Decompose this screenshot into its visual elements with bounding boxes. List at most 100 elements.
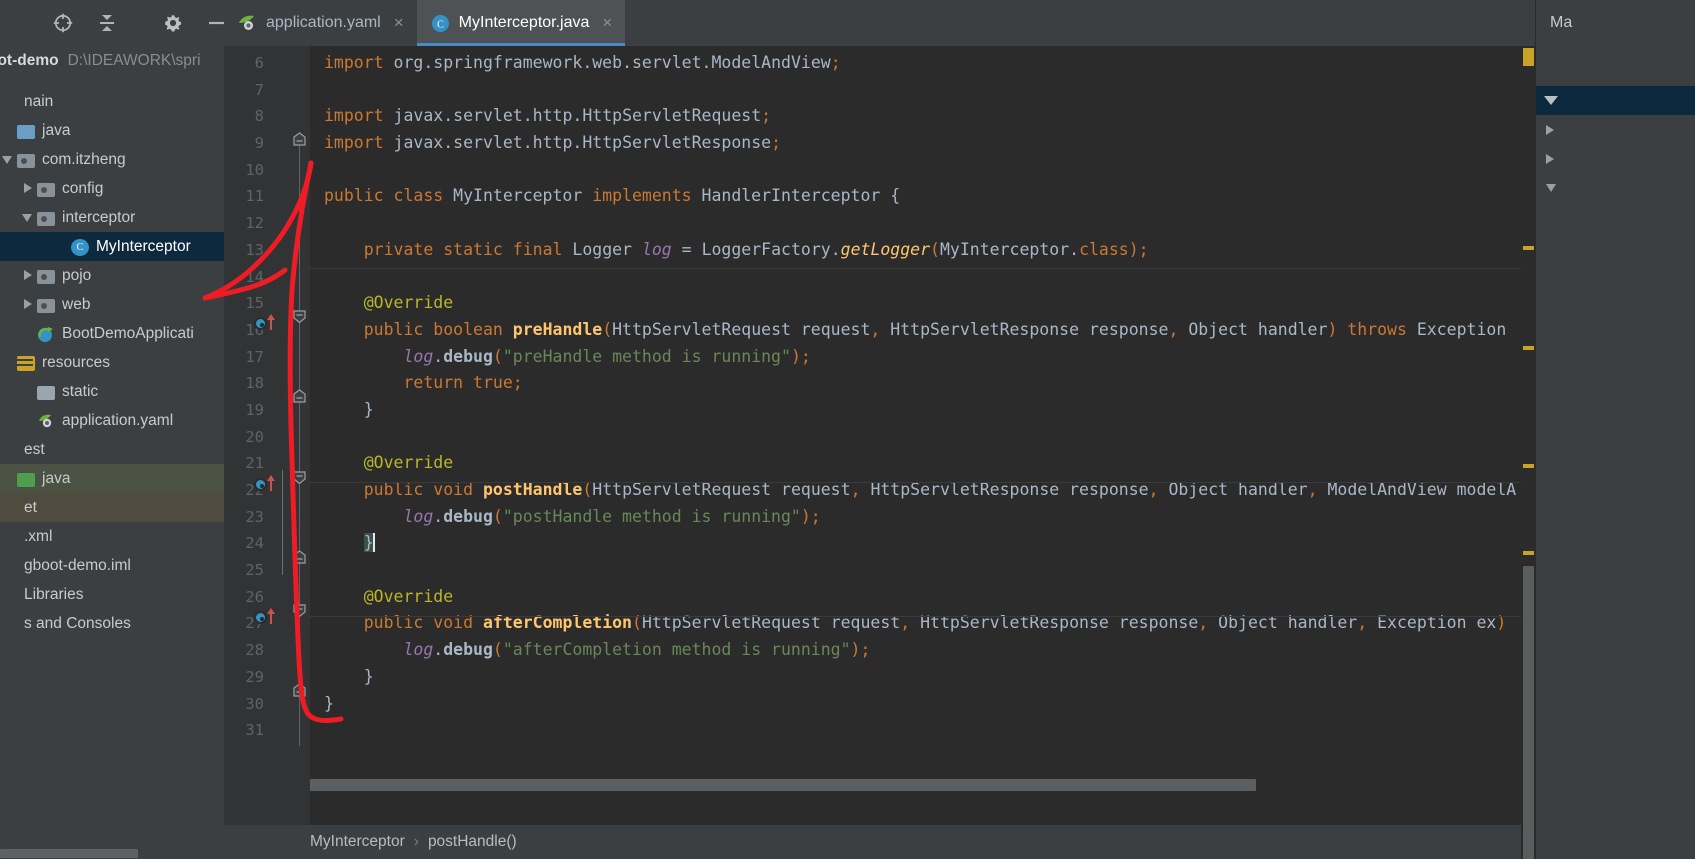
editor-gutter[interactable]: 6 7 8 9 10 11 12 13 14 15 16 17 18 19 20 21 22 23 24 25 26 27… bbox=[224, 46, 310, 825]
tree-item-java[interactable]: java bbox=[0, 464, 224, 493]
fold-end-method-icon[interactable] bbox=[292, 550, 307, 565]
code-line[interactable] bbox=[310, 424, 1535, 451]
warning-marker[interactable] bbox=[1523, 551, 1534, 555]
warning-marker[interactable] bbox=[1523, 246, 1534, 250]
code-line[interactable]: } bbox=[310, 530, 1535, 557]
tree-item-resources[interactable]: resources bbox=[0, 348, 224, 377]
code-line[interactable]: @Override bbox=[310, 584, 1535, 611]
chevron-down-icon[interactable] bbox=[20, 209, 37, 226]
fold-end-method-icon[interactable] bbox=[292, 389, 307, 404]
fold-collapse-class-icon[interactable] bbox=[292, 132, 307, 147]
fold-collapse-method-icon[interactable] bbox=[292, 309, 307, 324]
tree-item-config[interactable]: config bbox=[0, 174, 224, 203]
tree-item-bootdemoapplicati[interactable]: BootDemoApplicati bbox=[0, 319, 224, 348]
tree-item-label: java bbox=[42, 469, 71, 487]
tree-item-application-yaml[interactable]: application.yaml bbox=[0, 406, 224, 435]
tree-item-gboot-demo-iml[interactable]: gboot-demo.iml bbox=[0, 551, 224, 580]
locate-icon[interactable] bbox=[52, 12, 74, 34]
close-icon[interactable]: × bbox=[602, 13, 612, 33]
code-line[interactable] bbox=[310, 157, 1535, 184]
editor-horizontal-scrollbar[interactable] bbox=[310, 779, 1521, 791]
breadcrumb-class[interactable]: MyInterceptor bbox=[310, 833, 405, 851]
code-line[interactable]: log.debug("postHandle method is running"… bbox=[310, 504, 1535, 531]
tree-item-myinterceptor[interactable]: C MyInterceptor bbox=[0, 232, 224, 261]
code-line[interactable] bbox=[310, 210, 1535, 237]
chevron-right-icon[interactable] bbox=[20, 180, 37, 197]
fold-collapse-method-icon[interactable] bbox=[292, 603, 307, 618]
code-editor[interactable]: import org.springframework.web.servlet.M… bbox=[310, 46, 1535, 825]
code-line[interactable] bbox=[310, 717, 1535, 744]
tree-item-et[interactable]: et bbox=[0, 493, 224, 522]
tab-application-yaml[interactable]: application.yaml × bbox=[224, 0, 417, 46]
project-root-row[interactable]: oot-demo D:\IDEAWORK\spri bbox=[0, 46, 224, 76]
package-icon bbox=[37, 298, 55, 313]
tree-item-est[interactable]: est bbox=[0, 435, 224, 464]
tree-item-static[interactable]: static bbox=[0, 377, 224, 406]
minimize-icon[interactable] bbox=[206, 12, 224, 34]
tree-item-interceptor[interactable]: interceptor bbox=[0, 203, 224, 232]
chevron-down-icon[interactable] bbox=[1546, 183, 1556, 192]
editor-hscroll-thumb[interactable] bbox=[310, 779, 1256, 791]
chevron-down-icon[interactable] bbox=[0, 151, 17, 168]
editor-vertical-scrollbar[interactable] bbox=[1521, 46, 1535, 859]
maven-tree-row[interactable] bbox=[1536, 173, 1695, 202]
tab-label: MyInterceptor.java bbox=[458, 14, 590, 31]
warning-marker[interactable] bbox=[1523, 464, 1534, 468]
code-line[interactable] bbox=[310, 557, 1535, 584]
code-line[interactable]: log.debug("afterCompletion method is run… bbox=[310, 637, 1535, 664]
code-line[interactable]: log.debug("preHandle method is running")… bbox=[310, 344, 1535, 371]
tree-item-nain[interactable]: nain bbox=[0, 87, 224, 116]
code-line[interactable]: import javax.servlet.http.HttpServletRes… bbox=[310, 130, 1535, 157]
tree-item-web[interactable]: web bbox=[0, 290, 224, 319]
chevron-right-icon[interactable] bbox=[1546, 124, 1554, 135]
warning-marker[interactable] bbox=[1523, 346, 1534, 350]
editor-vscroll-thumb[interactable] bbox=[1523, 566, 1534, 859]
breadcrumb-method[interactable]: postHandle() bbox=[428, 833, 517, 851]
code-line[interactable]: return true; bbox=[310, 370, 1535, 397]
code-line[interactable]: } bbox=[310, 664, 1535, 691]
tree-item-java[interactable]: java bbox=[0, 116, 224, 145]
package-icon bbox=[17, 153, 35, 168]
method-scope-line bbox=[282, 470, 283, 575]
code-line[interactable]: public class MyInterceptor implements Ha… bbox=[310, 183, 1535, 210]
override-method-icon[interactable] bbox=[254, 611, 267, 624]
code-line[interactable]: } bbox=[310, 397, 1535, 424]
code-line[interactable]: @Override bbox=[310, 450, 1535, 477]
code-line[interactable] bbox=[310, 77, 1535, 104]
maven-tree-row[interactable] bbox=[1536, 115, 1695, 144]
code-line[interactable]: import org.springframework.web.servlet.M… bbox=[310, 50, 1535, 77]
maven-tree-row[interactable] bbox=[1536, 144, 1695, 173]
maven-tree-root-row[interactable] bbox=[1536, 86, 1695, 115]
fold-collapse-method-icon[interactable] bbox=[292, 470, 307, 485]
tree-item-s-and-consoles[interactable]: s and Consoles bbox=[0, 609, 224, 638]
collapse-all-icon[interactable] bbox=[96, 12, 118, 34]
code-line[interactable]: public void afterCompletion(HttpServletR… bbox=[310, 610, 1535, 637]
sidebar-horizontal-scrollbar[interactable] bbox=[0, 848, 224, 859]
tree-item-xml[interactable]: .xml bbox=[0, 522, 224, 551]
close-icon[interactable]: × bbox=[394, 13, 404, 33]
override-method-icon[interactable] bbox=[254, 478, 267, 491]
code-line[interactable]: } bbox=[310, 691, 1535, 718]
code-line[interactable]: public boolean preHandle(HttpServletRequ… bbox=[310, 317, 1535, 344]
tree-item-com-itzheng[interactable]: com.itzheng bbox=[0, 145, 224, 174]
chevron-right-icon[interactable] bbox=[1546, 153, 1554, 164]
chevron-down-icon[interactable] bbox=[1544, 96, 1558, 105]
code-line[interactable]: private static final Logger log = Logger… bbox=[310, 237, 1535, 264]
code-line[interactable]: public void postHandle(HttpServletReques… bbox=[310, 477, 1535, 504]
override-marker-prehandle[interactable] bbox=[224, 313, 275, 333]
tab-myinterceptor-java[interactable]: C MyInterceptor.java × bbox=[416, 0, 626, 46]
override-method-icon[interactable] bbox=[254, 317, 267, 330]
code-line[interactable]: @Override bbox=[310, 290, 1535, 317]
warning-marker[interactable] bbox=[1523, 48, 1534, 66]
fold-end-method-icon[interactable] bbox=[292, 683, 307, 698]
override-marker-aftercompletion[interactable] bbox=[224, 607, 275, 627]
sidebar-scroll-thumb[interactable] bbox=[0, 849, 138, 858]
override-marker-posthandle[interactable] bbox=[224, 474, 275, 494]
gear-icon[interactable] bbox=[162, 12, 184, 34]
tree-item-libraries[interactable]: Libraries bbox=[0, 580, 224, 609]
tree-item-pojo[interactable]: pojo bbox=[0, 261, 224, 290]
chevron-right-icon[interactable] bbox=[20, 267, 37, 284]
chevron-right-icon[interactable] bbox=[20, 296, 37, 313]
code-line[interactable]: import javax.servlet.http.HttpServletReq… bbox=[310, 103, 1535, 130]
